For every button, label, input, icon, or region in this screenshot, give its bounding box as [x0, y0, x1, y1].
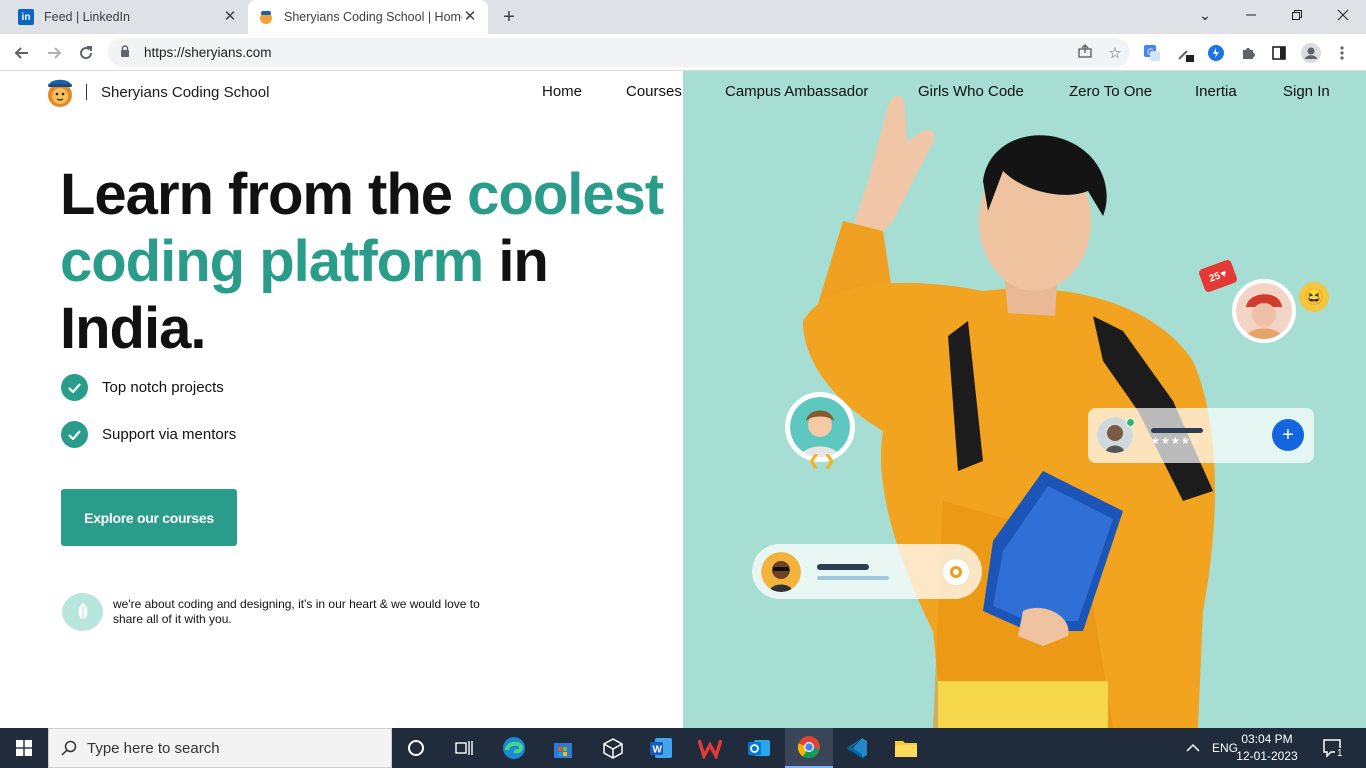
- new-tab-button[interactable]: +: [497, 5, 521, 29]
- close-window-button[interactable]: [1320, 0, 1366, 30]
- menu-kebab-icon[interactable]: [1331, 42, 1353, 64]
- avatar-woman: [1232, 279, 1296, 343]
- nav-girls-who-code[interactable]: Girls Who Code: [918, 83, 1024, 100]
- word-icon[interactable]: W: [637, 728, 685, 768]
- about-section: we're about coding and designing, it's i…: [62, 593, 503, 631]
- linkedin-icon: in: [18, 9, 34, 25]
- blue-extension-icon[interactable]: [1205, 42, 1227, 64]
- hero-illustration: 25 ♥ 😆 ❮ ❯ ★★★★☆ +: [683, 71, 1366, 728]
- clock-time: 03:04 PM: [1241, 732, 1293, 746]
- file-explorer-icon[interactable]: [882, 728, 930, 768]
- chat-bubble-icon: [943, 559, 969, 585]
- windows-taskbar: Type here to search W ENG 03:04 PM 12-01…: [0, 728, 1366, 768]
- headline-part-1: Learn from the: [60, 162, 468, 227]
- feature-label: Support via mentors: [102, 426, 237, 443]
- arrows-icon: ❮ ❯: [808, 452, 836, 468]
- sheryians-favicon-icon: [258, 9, 274, 25]
- student-illustration: [803, 95, 1215, 728]
- add-button: +: [1272, 419, 1304, 451]
- tab-title: Feed | LinkedIn: [44, 10, 130, 24]
- tab-linkedin[interactable]: in Feed | LinkedIn ✕: [8, 0, 248, 34]
- 3d-box-app-icon[interactable]: [589, 728, 637, 768]
- check-icon: [61, 374, 88, 401]
- brand-logo[interactable]: Sheryians Coding School: [46, 76, 269, 108]
- tab-search-icon[interactable]: ⌄: [1182, 0, 1228, 30]
- vscode-icon[interactable]: [833, 728, 881, 768]
- nav-home[interactable]: Home: [542, 83, 582, 100]
- share-icon[interactable]: [1070, 43, 1100, 63]
- microsoft-store-icon[interactable]: [539, 728, 587, 768]
- feature-item: Top notch projects: [61, 374, 224, 401]
- nav-campus-ambassador[interactable]: Campus Ambassador: [725, 83, 868, 100]
- wps-office-icon[interactable]: [686, 728, 734, 768]
- tab-sheryians[interactable]: Sheryians Coding School | Home ✕: [248, 0, 488, 34]
- lion-mascot-icon: [46, 76, 74, 108]
- brand-name: Sheryians Coding School: [101, 83, 270, 101]
- forward-icon[interactable]: [41, 40, 67, 66]
- taskbar-clock[interactable]: 03:04 PM 12-01-2023: [1234, 731, 1300, 765]
- address-bar[interactable]: https://sheryians.com ☆: [108, 38, 1130, 67]
- nav-sign-in[interactable]: Sign In: [1283, 83, 1330, 100]
- leaf-icon: [62, 593, 103, 631]
- feature-label: Top notch projects: [102, 379, 224, 396]
- close-tab-icon[interactable]: ✕: [222, 9, 238, 25]
- nav-inertia[interactable]: Inertia: [1195, 83, 1237, 100]
- taskbar-search-box[interactable]: Type here to search: [48, 728, 392, 768]
- extensions-puzzle-icon[interactable]: [1237, 42, 1259, 64]
- lock-icon: [120, 45, 134, 60]
- windows-start-icon[interactable]: [0, 728, 48, 768]
- back-icon[interactable]: [9, 40, 35, 66]
- edge-browser-icon[interactable]: [490, 728, 538, 768]
- message-placeholder-bar-1: [817, 564, 869, 570]
- avatar-sunglasses: [761, 552, 801, 592]
- chrome-icon[interactable]: [785, 728, 833, 768]
- check-icon: [61, 421, 88, 448]
- laughing-emoji-icon: 😆: [1299, 282, 1329, 312]
- translate-extension-icon[interactable]: G: [1141, 42, 1163, 64]
- search-icon: [61, 740, 77, 756]
- profile-avatar-icon[interactable]: [1300, 42, 1322, 64]
- online-status-dot: [1126, 418, 1135, 427]
- headline-accent-1: coolest: [467, 162, 664, 227]
- brand-divider: [86, 84, 87, 100]
- reload-icon[interactable]: [73, 40, 99, 66]
- headline-accent-2: coding platform: [60, 229, 484, 294]
- url-text: https://sheryians.com: [144, 45, 272, 60]
- star-rating: ★★★★☆: [1151, 436, 1201, 447]
- nav-courses[interactable]: Courses: [626, 83, 682, 100]
- about-text: we're about coding and designing, it's i…: [113, 597, 480, 626]
- close-tab-icon[interactable]: ✕: [462, 9, 478, 25]
- restore-button[interactable]: [1274, 0, 1320, 30]
- eyedropper-extension-icon[interactable]: [1174, 42, 1196, 64]
- clock-date: 12-01-2023: [1236, 749, 1298, 763]
- tab-title: Sheryians Coding School | Home: [284, 10, 462, 24]
- notification-count: 1: [1335, 748, 1345, 759]
- headline-part-3: India.: [60, 296, 206, 361]
- explore-courses-button[interactable]: Explore our courses: [61, 489, 237, 546]
- tab-strip: in Feed | LinkedIn ✕ Sheryians Coding Sc…: [0, 0, 1366, 34]
- search-placeholder: Type here to search: [87, 739, 220, 757]
- browser-toolbar: https://sheryians.com ☆ G: [0, 34, 1366, 71]
- side-panel-icon[interactable]: [1268, 42, 1290, 64]
- nav-zero-to-one[interactable]: Zero To One: [1069, 83, 1152, 100]
- bookmark-star-icon[interactable]: ☆: [1100, 44, 1130, 62]
- cortana-icon[interactable]: [392, 728, 440, 768]
- headline-part-2: in: [483, 229, 549, 294]
- show-hidden-icons-chevron[interactable]: [1186, 728, 1200, 768]
- hero-headline: Learn from the coolest coding platform i…: [60, 161, 680, 362]
- svg-text:W: W: [653, 745, 663, 756]
- page-content: 25 ♥ 😆 ❮ ❯ ★★★★☆ + Sheryians Coding Scho…: [0, 71, 1366, 728]
- notification-center-icon[interactable]: 1: [1322, 728, 1345, 768]
- task-view-icon[interactable]: [440, 728, 488, 768]
- message-placeholder-bar-2: [817, 576, 889, 580]
- feature-item: Support via mentors: [61, 421, 236, 448]
- outlook-icon[interactable]: [735, 728, 783, 768]
- minimize-button[interactable]: [1228, 0, 1274, 30]
- name-placeholder-bar: [1151, 428, 1203, 433]
